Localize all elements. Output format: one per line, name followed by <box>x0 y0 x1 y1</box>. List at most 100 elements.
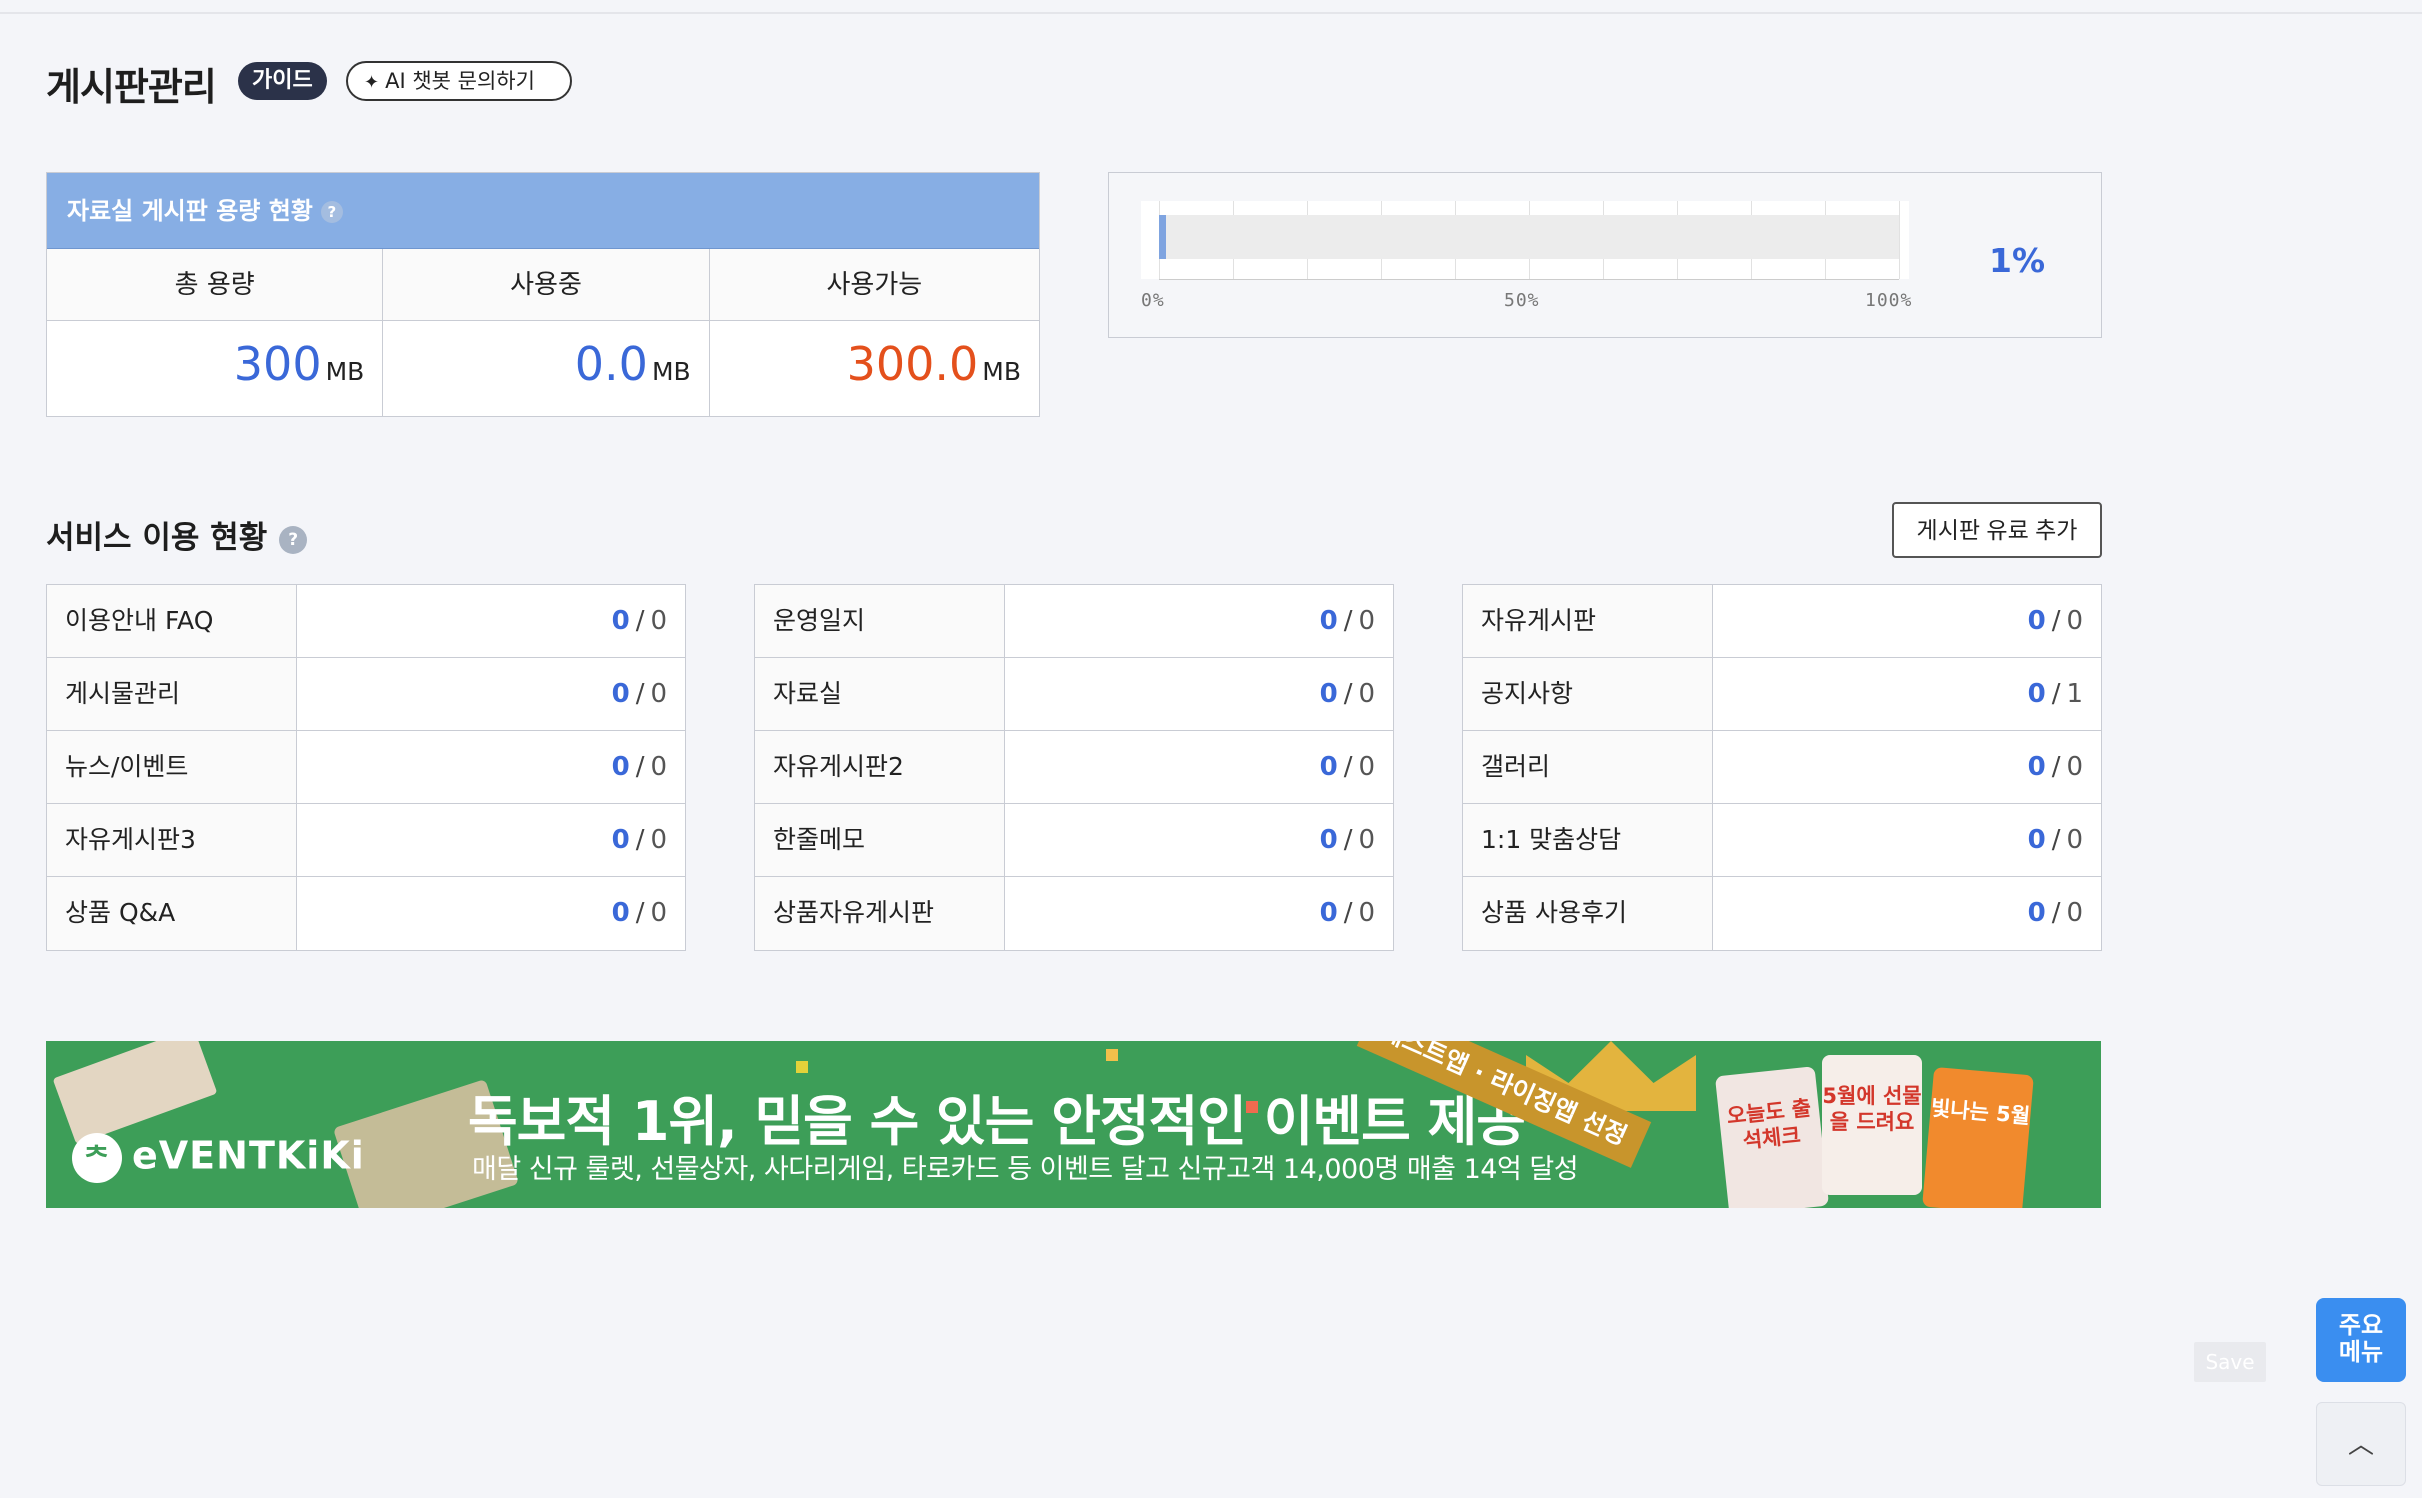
service-count: 0/0 <box>1713 585 2101 657</box>
service-used-count: 0 <box>2027 898 2046 928</box>
service-row: 자유게시판 0/0 <box>1463 585 2101 658</box>
service-total-count: 0 <box>1358 898 1375 928</box>
service-title-text: 서비스 이용 현황 <box>46 520 268 556</box>
service-row: 공지사항 0/1 <box>1463 658 2101 731</box>
promo-card: 빛나는 5월 <box>1922 1066 2034 1208</box>
total-capacity-value: 300 MB <box>47 321 384 416</box>
ai-chatbot-button[interactable]: ✦ AI 챗봇 문의하기 <box>346 61 572 101</box>
service-name: 이용안내 FAQ <box>47 585 297 657</box>
count-separator: / <box>635 679 645 709</box>
add-paid-board-button[interactable]: 게시판 유료 추가 <box>1892 502 2102 558</box>
service-count: 0/0 <box>1713 804 2101 876</box>
promo-card: 오늘도 출석체크 <box>1714 1066 1830 1208</box>
confetti <box>1106 1049 1118 1061</box>
service-name: 공지사항 <box>1463 658 1713 730</box>
service-used-count: 0 <box>2027 679 2046 709</box>
help-icon[interactable]: ? <box>279 525 308 554</box>
service-row: 게시물관리 0/0 <box>47 658 685 731</box>
count-separator: / <box>1343 898 1353 928</box>
total-capacity-number: 300 <box>233 337 322 391</box>
used-capacity-value: 0.0 MB <box>383 321 710 416</box>
service-count: 0/0 <box>1005 877 1393 950</box>
service-row: 자료실 0/0 <box>755 658 1393 731</box>
service-total-count: 1 <box>2066 679 2083 709</box>
count-separator: / <box>2051 606 2061 636</box>
service-used-count: 0 <box>2027 606 2046 636</box>
service-name: 자료실 <box>755 658 1005 730</box>
capacity-header: 자료실 게시판 용량 현황? <box>47 173 1039 249</box>
service-name: 뉴스/이벤트 <box>47 731 297 803</box>
count-separator: / <box>1343 752 1353 782</box>
chart-plot-area <box>1141 201 1909 280</box>
service-total-count: 0 <box>650 679 667 709</box>
service-used-count: 0 <box>1319 679 1338 709</box>
usage-percent: 1% <box>1989 241 2046 280</box>
service-row: 상품자유게시판 0/0 <box>755 877 1393 950</box>
chart-baseline <box>1159 279 1899 280</box>
service-total-count: 0 <box>2066 752 2083 782</box>
confetti <box>796 1061 808 1073</box>
service-used-count: 0 <box>611 825 630 855</box>
help-icon[interactable]: ? <box>320 201 343 223</box>
service-total-count: 0 <box>650 825 667 855</box>
eventkiki-banner[interactable]: ᄎ eVENTKiKi 독보적 1위, 믿을 수 있는 안정적인 이벤트 제공 매… <box>46 1041 2101 1208</box>
tick-label-50: 50% <box>1504 290 1540 311</box>
tick-label-100: 100% <box>1865 290 1913 311</box>
service-count: 0/0 <box>1713 877 2101 950</box>
service-name: 1:1 맞춤상담 <box>1463 804 1713 876</box>
usage-bar-track <box>1159 215 1899 259</box>
count-separator: / <box>635 898 645 928</box>
service-row: 1:1 맞춤상담 0/0 <box>1463 804 2101 877</box>
service-used-count: 0 <box>1319 825 1338 855</box>
service-name: 상품 Q&A <box>47 877 297 950</box>
service-name: 자유게시판 <box>1463 585 1713 657</box>
service-count: 0/0 <box>1713 731 2101 803</box>
service-table-3: 자유게시판 0/0 공지사항 0/1 갤러리 0/0 1:1 맞춤상담 0/0 상품 사용후기 0… <box>1462 584 2102 951</box>
main-menu-label-1: 주요 <box>2338 1311 2384 1339</box>
service-total-count: 0 <box>1358 825 1375 855</box>
capacity-table: 자료실 게시판 용량 현황? 총 용량 사용중 사용가능 300 MB 0.0 MB… <box>46 172 1040 417</box>
save-button[interactable]: Save <box>2194 1342 2266 1382</box>
count-separator: / <box>1343 679 1353 709</box>
service-count: 0/0 <box>1005 731 1393 803</box>
service-name: 자유게시판3 <box>47 804 297 876</box>
count-separator: / <box>2051 752 2061 782</box>
guide-button[interactable]: 가이드 <box>238 62 327 100</box>
service-row: 운영일지 0/0 <box>755 585 1393 658</box>
service-row: 이용안내 FAQ 0/0 <box>47 585 685 658</box>
service-row: 자유게시판2 0/0 <box>755 731 1393 804</box>
unit-label: MB <box>325 357 365 386</box>
service-row: 한줄메모 0/0 <box>755 804 1393 877</box>
count-separator: / <box>635 825 645 855</box>
scroll-top-button[interactable]: ︿ <box>2316 1402 2406 1486</box>
main-menu-button[interactable]: 주요 메뉴 <box>2316 1298 2406 1382</box>
service-used-count: 0 <box>611 606 630 636</box>
unit-label: MB <box>651 357 691 386</box>
service-name: 운영일지 <box>755 585 1005 657</box>
service-row: 갤러리 0/0 <box>1463 731 2101 804</box>
service-name: 자유게시판2 <box>755 731 1005 803</box>
page-title: 게시판관리 <box>46 65 217 109</box>
service-count: 0/0 <box>297 658 685 730</box>
service-count: 0/0 <box>297 731 685 803</box>
service-used-count: 0 <box>611 898 630 928</box>
service-used-count: 0 <box>2027 752 2046 782</box>
service-name: 게시물관리 <box>47 658 297 730</box>
service-total-count: 0 <box>1358 752 1375 782</box>
service-total-count: 0 <box>650 898 667 928</box>
top-divider <box>0 12 2422 14</box>
service-name: 갤러리 <box>1463 731 1713 803</box>
service-table-1: 이용안내 FAQ 0/0 게시물관리 0/0 뉴스/이벤트 0/0 자유게시판3 0/0 상품 … <box>46 584 686 951</box>
banner-headline: 독보적 1위, 믿을 수 있는 안정적인 이벤트 제공 <box>468 1090 1526 1153</box>
count-separator: / <box>1343 606 1353 636</box>
service-name: 상품 사용후기 <box>1463 877 1713 950</box>
service-count: 0/0 <box>297 804 685 876</box>
service-total-count: 0 <box>650 752 667 782</box>
service-used-count: 0 <box>2027 825 2046 855</box>
service-name: 상품자유게시판 <box>755 877 1005 950</box>
service-total-count: 0 <box>2066 825 2083 855</box>
service-row: 자유게시판3 0/0 <box>47 804 685 877</box>
unit-label: MB <box>982 357 1021 386</box>
service-used-count: 0 <box>1319 606 1338 636</box>
capacity-title: 자료실 게시판 용량 현황 <box>67 197 313 225</box>
